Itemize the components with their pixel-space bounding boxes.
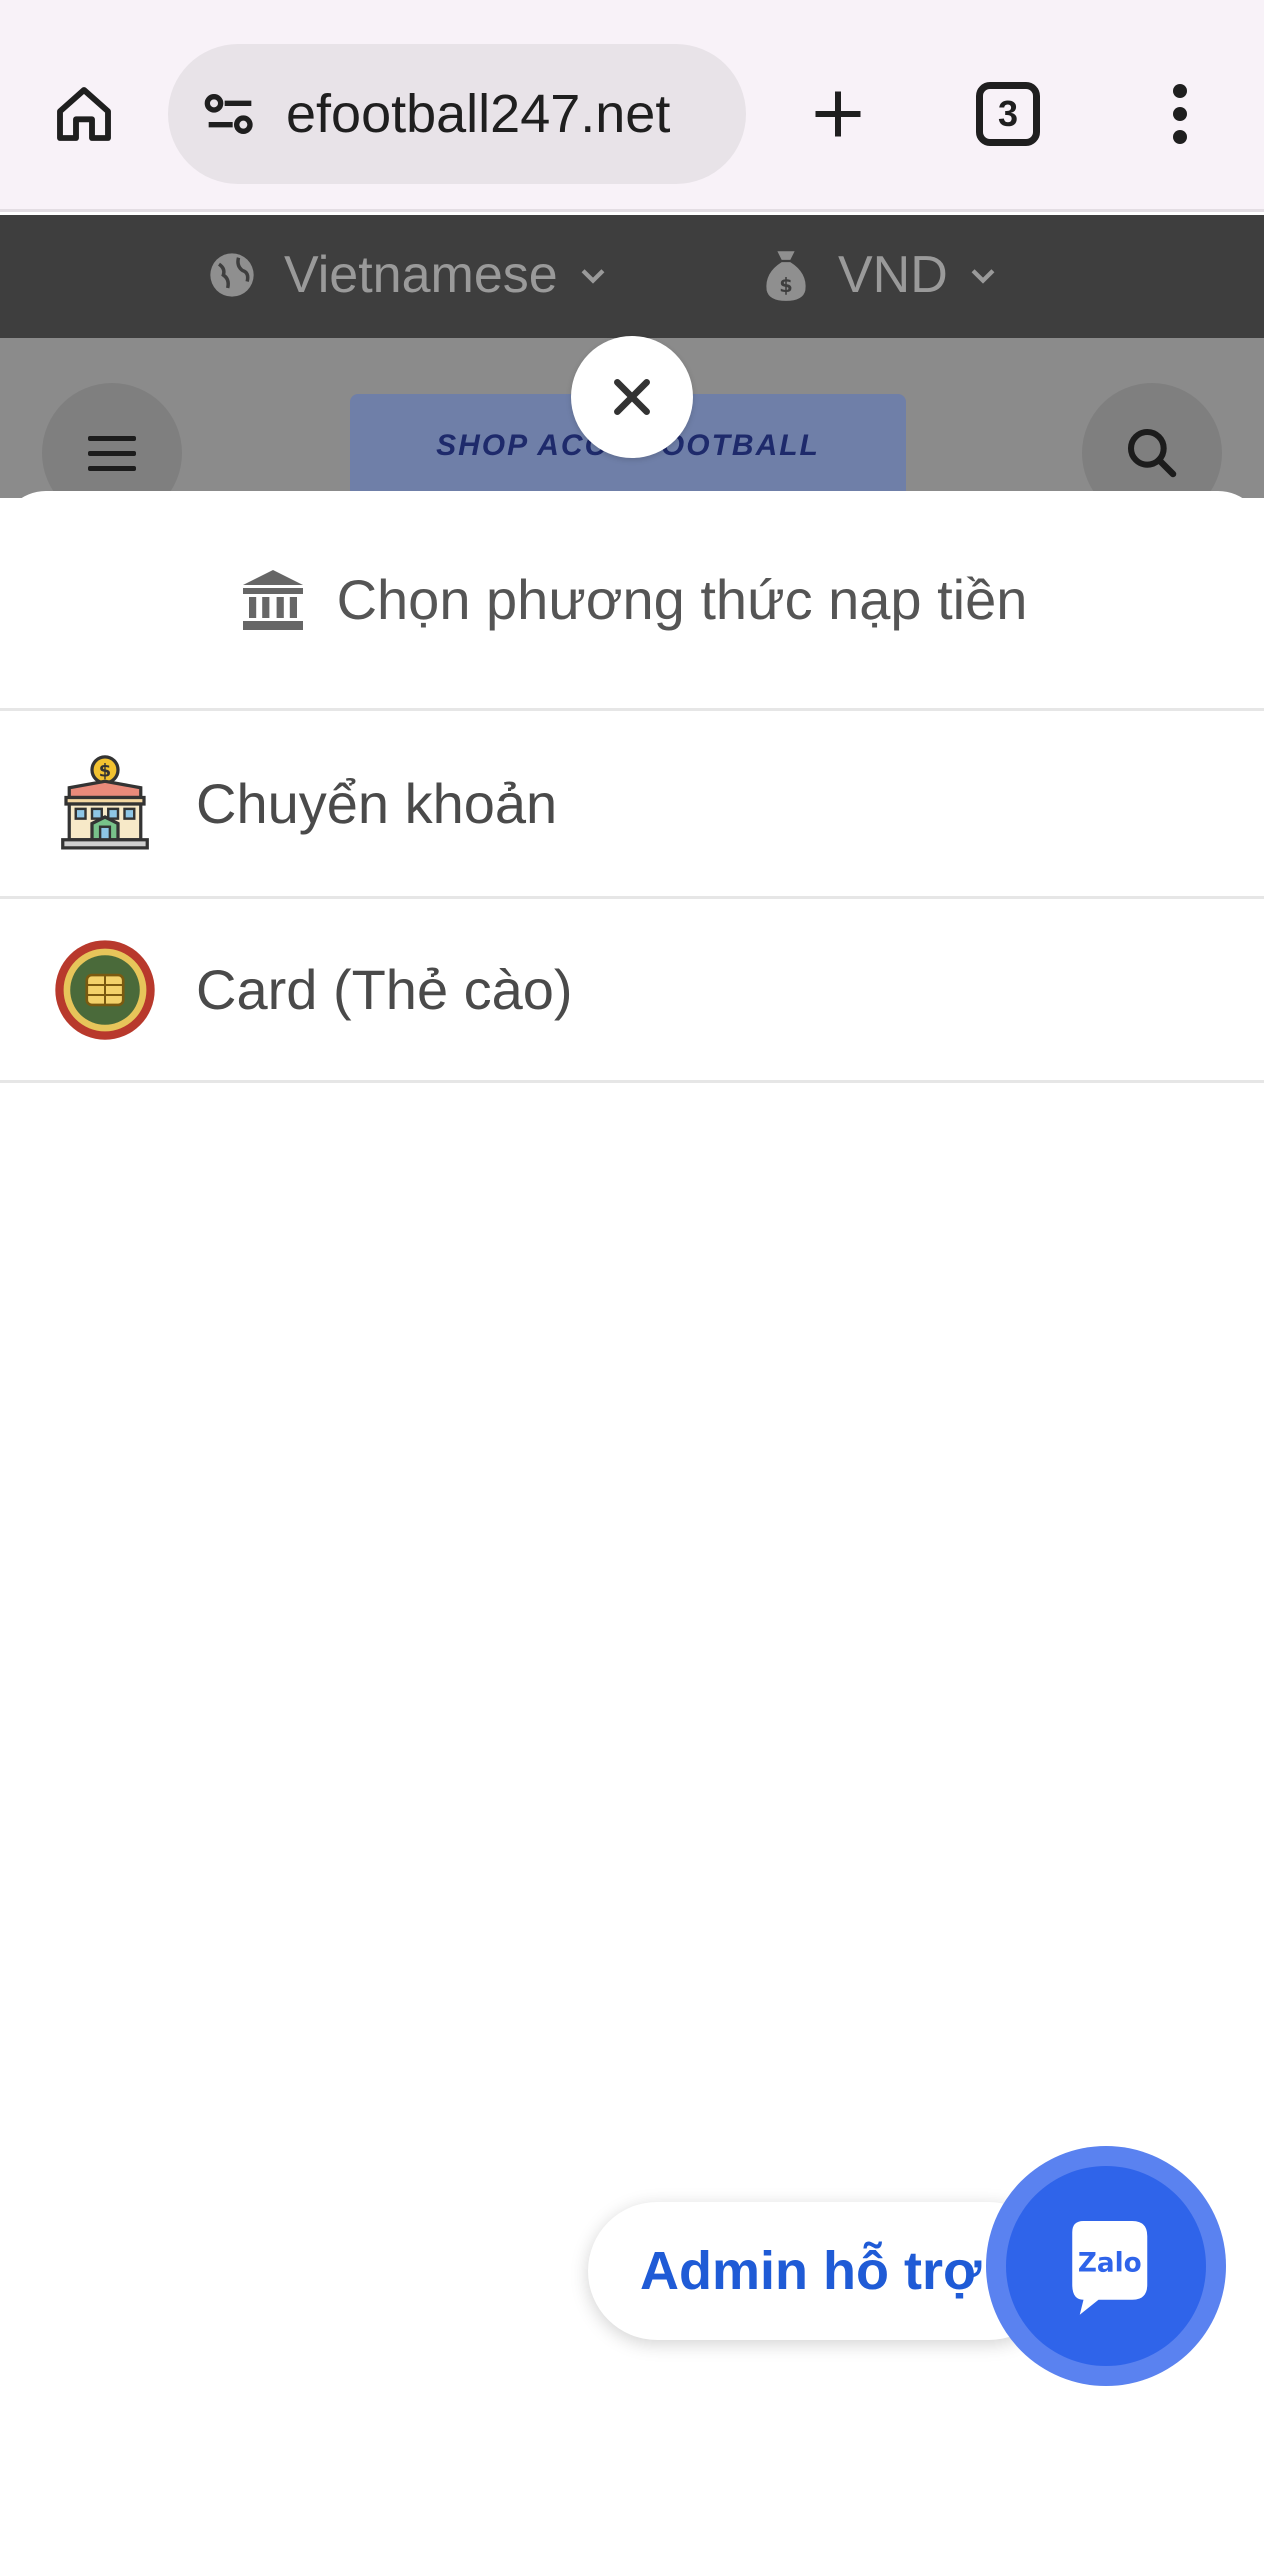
home-icon[interactable] — [46, 76, 122, 152]
svg-text:$: $ — [99, 760, 111, 781]
admin-support-label: Admin hỗ trợ — [640, 2241, 982, 2301]
zalo-chat-button[interactable]: Zalo — [986, 2146, 1226, 2386]
currency-selector[interactable]: $ VND — [760, 245, 1000, 305]
site-topbar: Vietnamese $ VND — [0, 215, 1264, 338]
address-bar[interactable]: efootball247.net — [168, 44, 746, 184]
search-icon[interactable] — [1082, 383, 1222, 498]
svg-text:$: $ — [779, 274, 792, 297]
close-icon — [614, 379, 650, 415]
tab-switcher-button[interactable]: 3 — [976, 82, 1040, 146]
new-tab-icon[interactable] — [800, 76, 876, 152]
option-label: Chuyển khoản — [196, 772, 558, 835]
chip-card-icon — [52, 937, 158, 1043]
currency-label: VND — [838, 246, 948, 304]
chevron-down-icon — [966, 258, 1000, 292]
sheet-header: Chọn phương thức nạp tiền — [0, 491, 1264, 711]
url-text: efootball247.net — [286, 84, 671, 144]
language-selector[interactable]: Vietnamese — [206, 245, 610, 305]
zalo-text: Zalo — [1078, 2249, 1142, 2279]
browser-toolbar: efootball247.net 3 — [0, 0, 1264, 212]
chevron-down-icon — [576, 258, 610, 292]
more-menu-icon[interactable] — [1160, 76, 1200, 152]
bank-icon — [237, 564, 309, 636]
option-label: Card (Thẻ cào) — [196, 958, 573, 1021]
bank-building-icon: $ — [52, 751, 158, 857]
option-scratch-card[interactable]: Card (Thẻ cào) — [0, 899, 1264, 1083]
globe-icon — [206, 249, 258, 301]
zalo-icon: Zalo — [1006, 2166, 1206, 2366]
money-bag-icon: $ — [760, 247, 812, 303]
language-label: Vietnamese — [284, 246, 558, 304]
site-settings-icon[interactable] — [198, 82, 262, 146]
close-modal-button[interactable] — [571, 336, 693, 458]
hamburger-menu-icon[interactable] — [42, 383, 182, 498]
option-bank-transfer[interactable]: $ Chuyển khoản — [0, 711, 1264, 899]
sheet-title: Chọn phương thức nạp tiền — [336, 568, 1028, 631]
